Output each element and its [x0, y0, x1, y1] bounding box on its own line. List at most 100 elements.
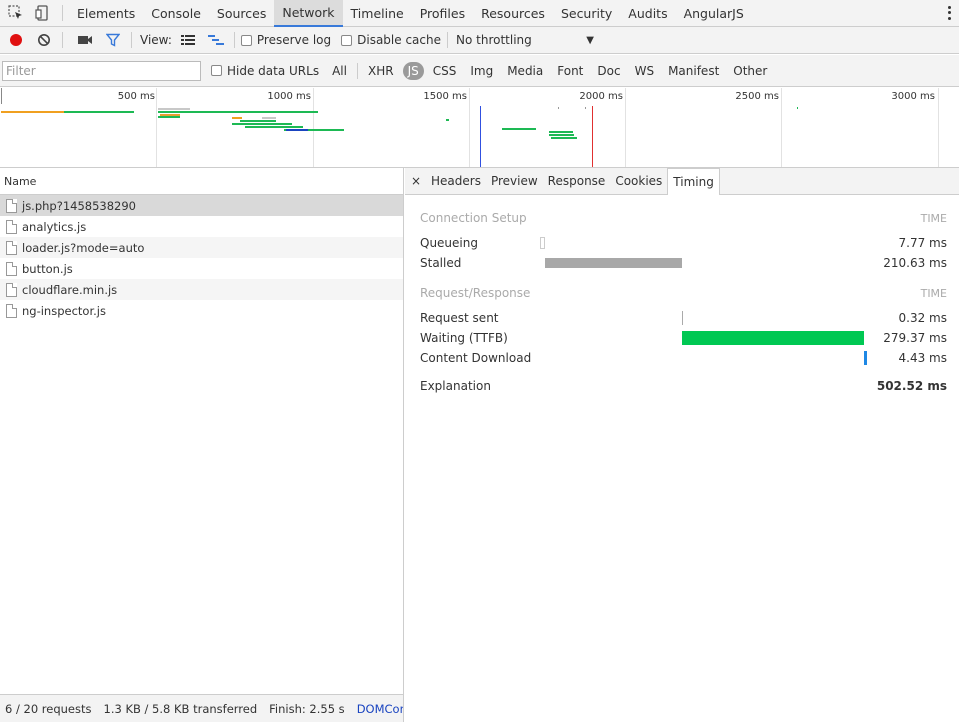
finish-time: Finish: 2.55 s: [269, 701, 345, 716]
tab-console[interactable]: Console: [143, 0, 209, 27]
large-rows-icon[interactable]: [176, 28, 200, 52]
timing-value: 279.37 ms: [883, 331, 947, 345]
network-overview[interactable]: 500 ms 1000 ms 1500 ms 2000 ms 2500 ms 3…: [0, 88, 959, 168]
request-count: 6 / 20 requests: [5, 701, 92, 716]
filter-media[interactable]: Media: [502, 62, 548, 80]
tab-timing[interactable]: Timing: [667, 168, 720, 195]
grid-line: [156, 88, 157, 167]
timing-label: Waiting (TTFB): [420, 331, 508, 345]
timeline-bar: [558, 107, 559, 109]
time-column-header: TIME: [920, 286, 947, 300]
tab-audits[interactable]: Audits: [620, 0, 675, 27]
timeline-bar: [286, 129, 308, 131]
timing-label: Content Download: [420, 351, 532, 365]
filter-js[interactable]: JS: [402, 61, 424, 80]
more-options-icon[interactable]: [945, 5, 953, 21]
device-mode-icon[interactable]: [32, 2, 54, 24]
request-name: ng-inspector.js: [22, 303, 106, 318]
name-column-header[interactable]: Name: [0, 168, 403, 195]
throttling-select[interactable]: No throttling ▼: [454, 33, 594, 47]
dom-content-loaded-marker: [480, 106, 481, 167]
network-toolbar: View: Preserve log Disable cache No thro…: [0, 27, 959, 54]
disable-cache-checkbox[interactable]: Disable cache: [341, 33, 441, 47]
file-icon: [6, 219, 17, 234]
tab-network[interactable]: Network: [274, 0, 343, 27]
timing-track: [540, 308, 870, 328]
tab-cookies[interactable]: Cookies: [610, 168, 667, 194]
timeline-bar: [585, 107, 586, 109]
dropdown-arrow-icon: ▼: [586, 34, 594, 46]
tick-label: 2000 ms: [579, 91, 623, 102]
timing-track: [540, 348, 870, 368]
checkbox-box[interactable]: [240, 34, 252, 46]
filter-img[interactable]: Img: [465, 62, 498, 80]
tab-elements[interactable]: Elements: [69, 0, 143, 27]
list-item[interactable]: ng-inspector.js: [0, 300, 403, 321]
preserve-log-checkbox[interactable]: Preserve log: [240, 33, 331, 47]
filter-manifest[interactable]: Manifest: [663, 62, 724, 80]
list-item[interactable]: button.js: [0, 258, 403, 279]
queueing-bar: [540, 237, 545, 249]
filter-input[interactable]: [2, 60, 201, 81]
tab-sources[interactable]: Sources: [209, 0, 274, 27]
tab-preview[interactable]: Preview: [486, 168, 543, 194]
section-title: Connection Setup: [420, 211, 527, 225]
timeline-bar: [158, 111, 318, 113]
filter-all[interactable]: All: [327, 62, 352, 80]
list-item[interactable]: analytics.js: [0, 216, 403, 237]
checkbox-box[interactable]: [341, 34, 353, 46]
hide-data-urls-label: Hide data URLs: [227, 63, 320, 78]
tab-timeline[interactable]: Timeline: [343, 0, 412, 27]
tick-label: 1500 ms: [423, 91, 467, 102]
hide-data-urls-checkbox[interactable]: Hide data URLs: [211, 64, 319, 78]
capture-screenshots-icon[interactable]: [73, 28, 97, 52]
request-name: js.php?1458538290: [22, 198, 137, 213]
stalled-bar: [545, 258, 682, 268]
tab-profiles[interactable]: Profiles: [412, 0, 473, 27]
request-list: Name js.php?1458538290 analytics.js load…: [0, 168, 404, 694]
filter-other[interactable]: Other: [728, 62, 772, 80]
waterfall-overview-icon[interactable]: [204, 28, 228, 52]
list-item[interactable]: cloudflare.min.js: [0, 279, 403, 300]
explanation-link[interactable]: Explanation: [420, 379, 540, 393]
grid-line: [781, 88, 782, 167]
close-icon[interactable]: ×: [406, 174, 426, 188]
timeline-bar: [262, 117, 276, 119]
grid-line: [313, 88, 314, 167]
dom-content-loaded-time: DOMConten...: [356, 701, 404, 716]
divider: [447, 32, 448, 48]
inspect-element-icon[interactable]: [5, 2, 27, 24]
timeline-bar: [64, 111, 134, 113]
tick-label: 2500 ms: [735, 91, 779, 102]
filter-doc[interactable]: Doc: [592, 62, 625, 80]
transfer-size: 1.3 KB / 5.8 KB transferred: [103, 701, 258, 716]
filter-font[interactable]: Font: [552, 62, 588, 80]
file-icon: [6, 303, 17, 318]
timing-track: [540, 328, 870, 348]
clear-icon[interactable]: [32, 28, 56, 52]
filter-icon[interactable]: [101, 28, 125, 52]
divider: [62, 5, 63, 21]
divider: [131, 32, 132, 48]
filter-xhr[interactable]: XHR: [363, 62, 399, 80]
filter-css[interactable]: CSS: [428, 62, 462, 80]
throttling-value: No throttling: [456, 33, 532, 47]
section-header: Connection Setup TIME: [420, 208, 947, 228]
divider: [233, 32, 235, 48]
file-icon: [6, 198, 17, 213]
record-icon[interactable]: [4, 28, 28, 52]
list-item[interactable]: loader.js?mode=auto: [0, 237, 403, 258]
checkbox-box[interactable]: [211, 65, 222, 76]
request-name: cloudflare.min.js: [22, 282, 118, 297]
total-time: 502.52 ms: [876, 379, 947, 393]
tab-security[interactable]: Security: [553, 0, 620, 27]
tab-angularjs[interactable]: AngularJS: [676, 0, 752, 27]
tab-response[interactable]: Response: [543, 168, 611, 194]
filter-bar: Hide data URLs All XHR JS CSS Img Media …: [0, 55, 959, 87]
list-item[interactable]: js.php?1458538290: [0, 195, 403, 216]
tab-resources[interactable]: Resources: [473, 0, 553, 27]
tab-headers[interactable]: Headers: [426, 168, 486, 194]
timeline-bar: [502, 128, 536, 130]
filter-ws[interactable]: WS: [630, 62, 659, 80]
timing-label: Queueing: [420, 236, 478, 250]
